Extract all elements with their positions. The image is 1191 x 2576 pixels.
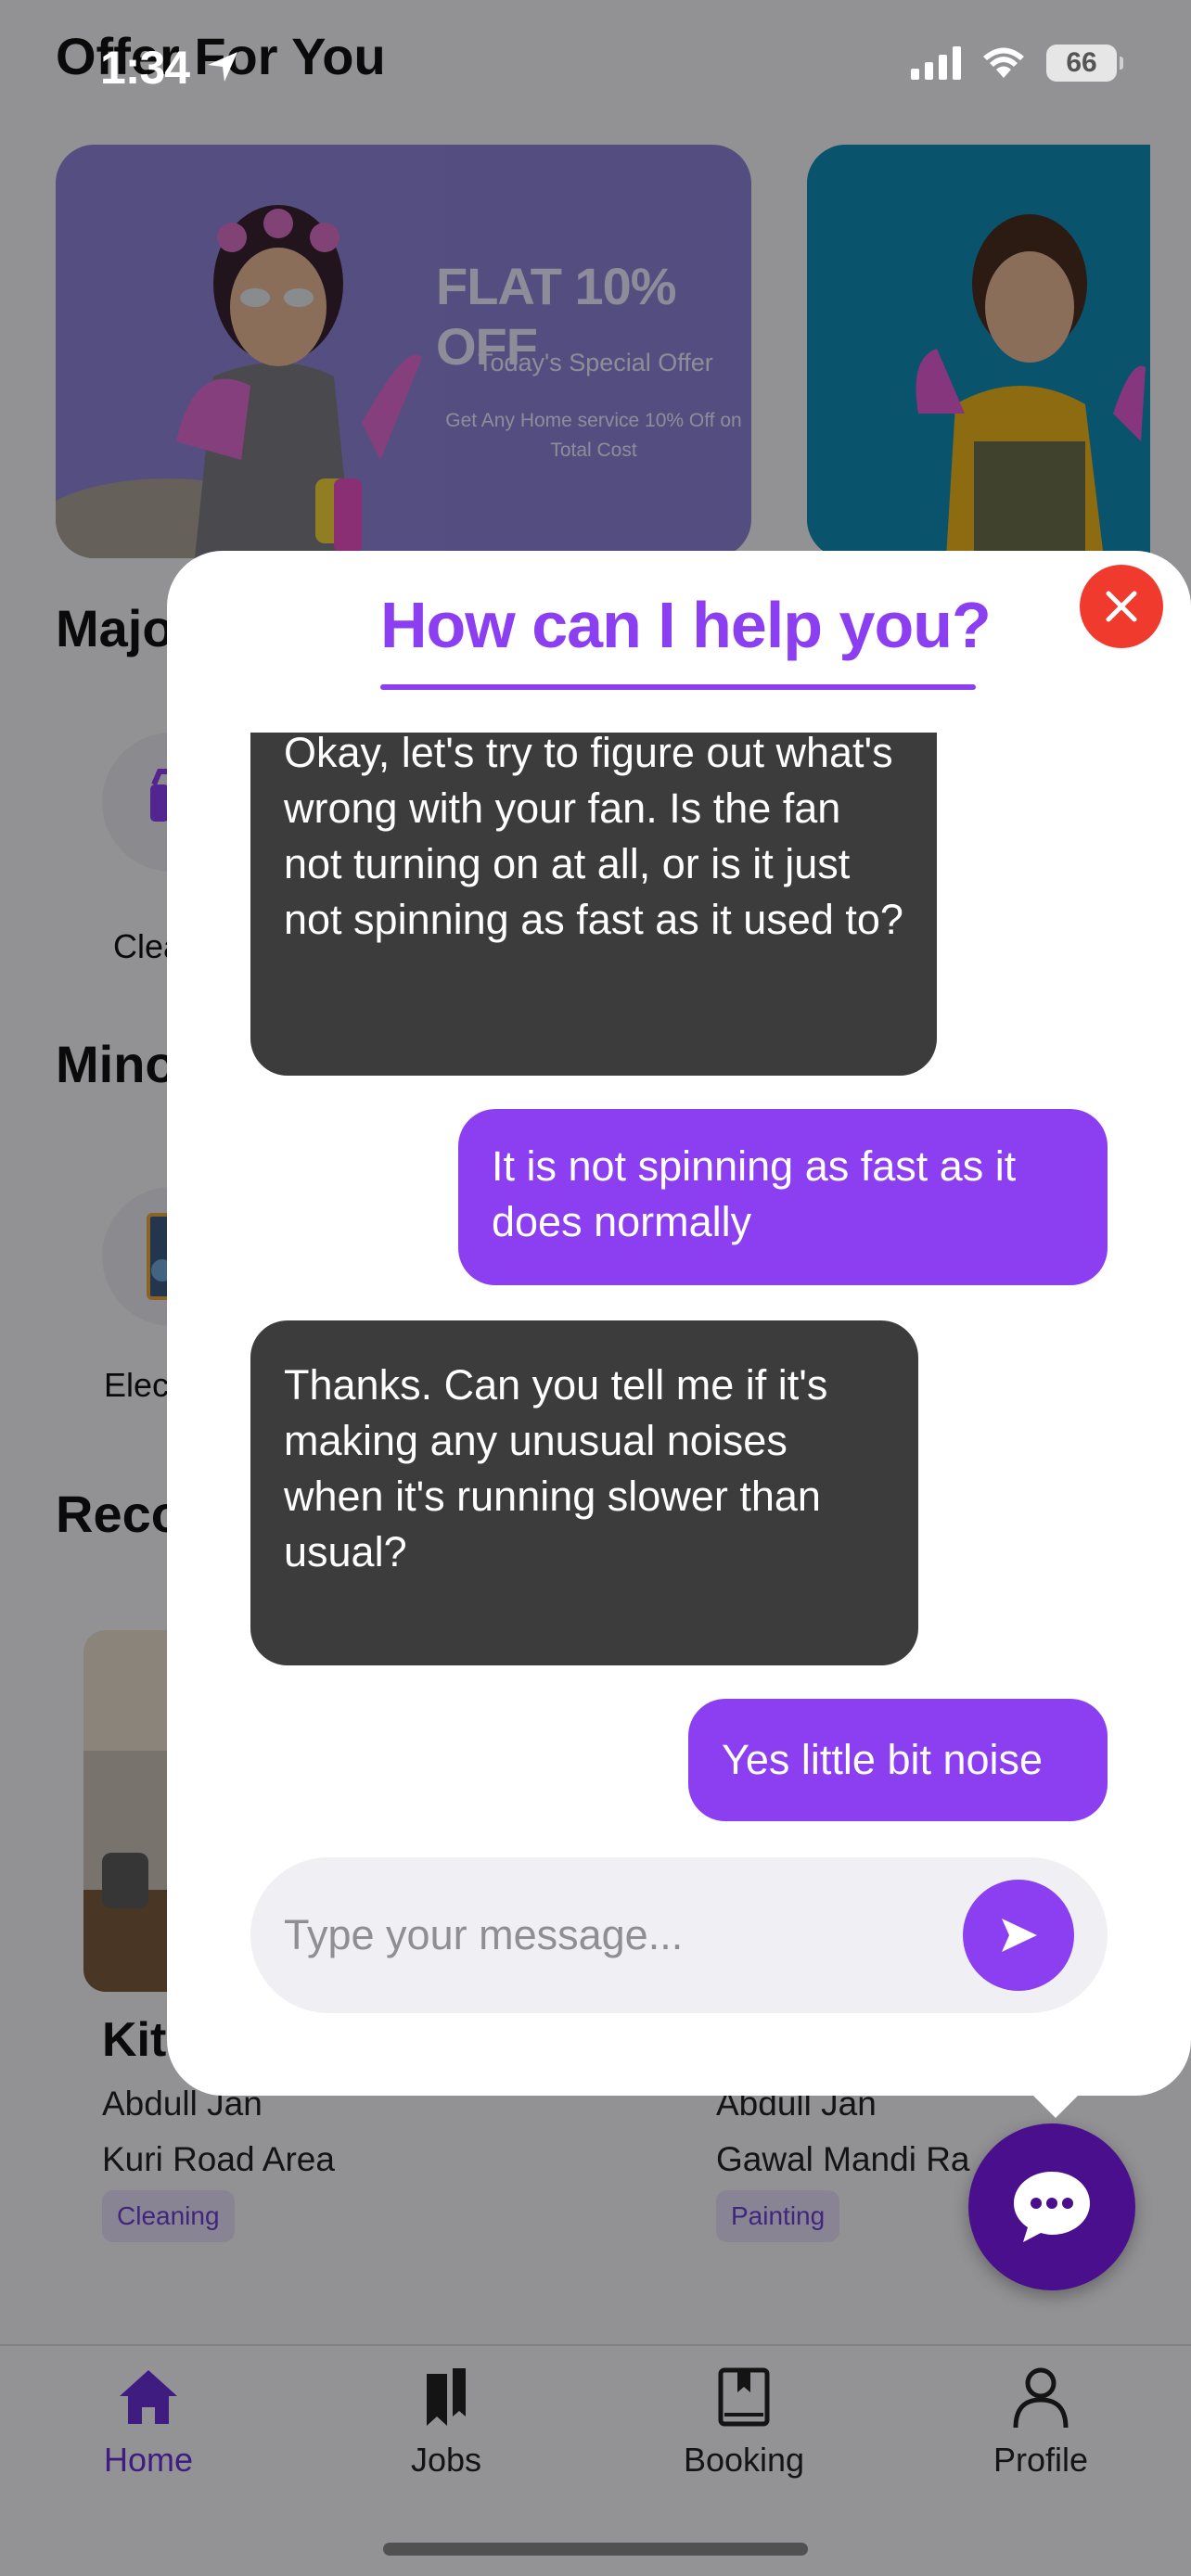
chat-message-user: It is not spinning as fast as it does no…	[458, 1109, 1108, 1285]
close-icon	[1106, 591, 1137, 622]
chat-message-bot: Okay, let's try to figure out what's wro…	[250, 733, 937, 1076]
chat-title: How can I help you?	[380, 589, 992, 661]
chat-messages-list[interactable]: Okay, let's try to figure out what's wro…	[167, 733, 1191, 1851]
chat-title-underline	[380, 684, 976, 690]
chat-message-input[interactable]	[284, 1857, 933, 2013]
chat-fab-button[interactable]	[968, 2123, 1135, 2290]
chat-input-bar	[250, 1857, 1108, 2013]
location-arrow-icon	[208, 52, 237, 82]
cellular-signal-icon	[911, 46, 961, 80]
chat-message-user: Yes little bit noise	[688, 1699, 1108, 1821]
close-chat-button[interactable]	[1080, 565, 1163, 648]
battery-icon: 66	[1046, 45, 1123, 82]
wifi-icon	[983, 47, 1024, 78]
home-screen: Offer For You FLAT 10% OFF Today's Speci…	[0, 0, 1191, 2576]
send-arrow-icon	[1002, 1919, 1037, 1952]
chat-message-bot: Thanks. Can you tell me if it's making a…	[250, 1320, 918, 1665]
status-indicators: 66	[911, 45, 1123, 82]
status-time: 1:34	[100, 42, 190, 94]
chat-popup-pointer	[1030, 2092, 1082, 2118]
send-button[interactable]	[963, 1880, 1074, 1991]
chat-bubble-icon	[1014, 2172, 1090, 2242]
